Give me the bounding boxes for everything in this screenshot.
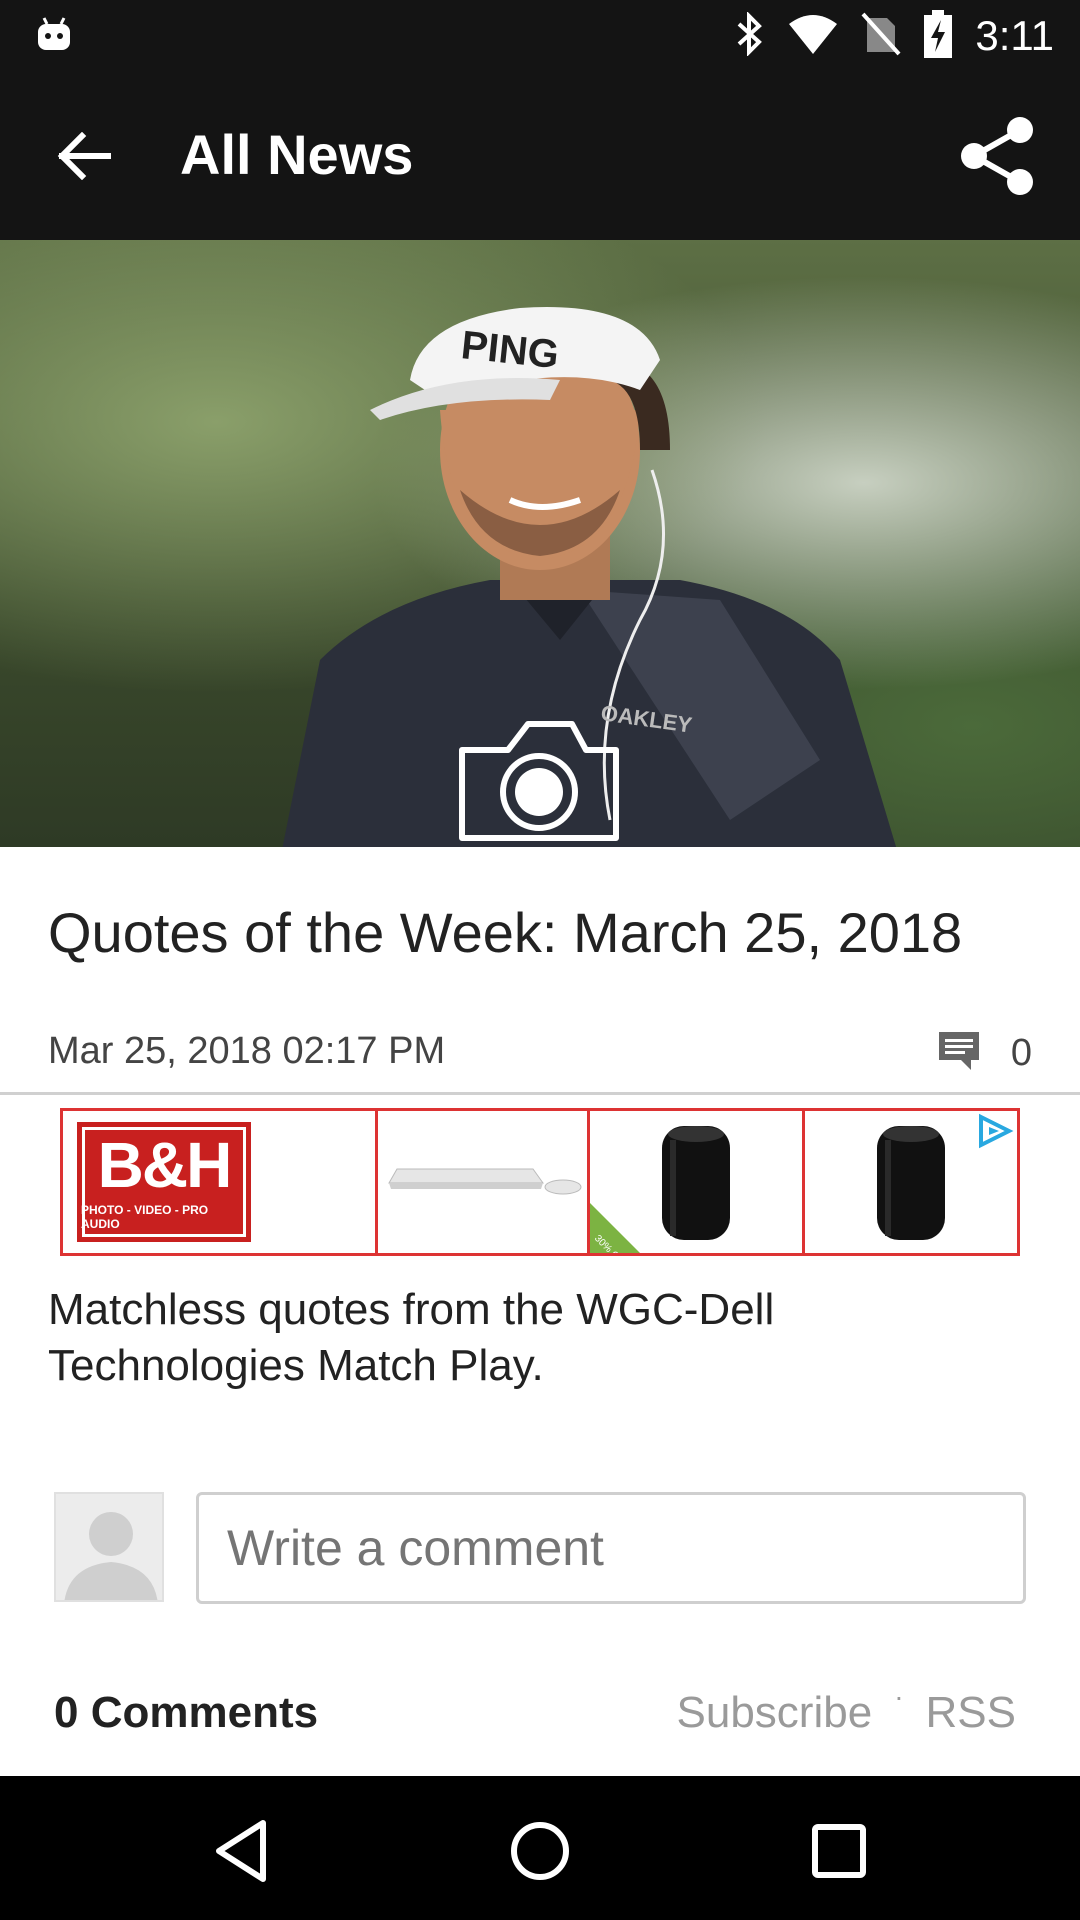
system-nav-bar — [0, 1776, 1080, 1920]
page-title: All News — [180, 123, 414, 186]
rss-link[interactable]: RSS — [926, 1688, 1016, 1738]
status-bar: 3:11 — [0, 0, 1080, 72]
nav-home-icon[interactable] — [495, 1806, 585, 1896]
app-toolbar: All News — [0, 72, 1080, 240]
ad-tagline: PHOTO - VIDEO - PRO AUDIO — [81, 1203, 209, 1231]
discount-badge: 30% Off — [590, 1203, 640, 1253]
nav-back-icon[interactable] — [196, 1806, 286, 1896]
subscribe-link[interactable]: Subscribe — [677, 1688, 873, 1738]
comments-count: 0 Comments — [54, 1688, 319, 1737]
ad-brand-cell[interactable]: B&H PHOTO - VIDEO - PRO AUDIO — [63, 1111, 378, 1253]
hero-image[interactable]: PING OAKLEY — [0, 240, 1080, 847]
comments-footer: 0 Comments Subscribe · RSS — [54, 1680, 1016, 1740]
user-placeholder-icon — [64, 1512, 158, 1600]
article-summary: Matchless quotes from the WGC-Dell Techn… — [48, 1285, 775, 1390]
ad-brand: B&H — [97, 1129, 233, 1201]
comment-icon — [937, 1030, 981, 1077]
avatar — [54, 1492, 164, 1602]
comment-count-link[interactable]: 0 — [937, 1030, 1032, 1077]
nav-recents-icon[interactable] — [794, 1806, 884, 1896]
bh-logo: B&H PHOTO - VIDEO - PRO AUDIO — [77, 1122, 251, 1242]
ad-product-keyboard[interactable] — [378, 1111, 590, 1253]
ad-banner[interactable]: B&H PHOTO - VIDEO - PRO AUDIO 30% Off — [60, 1108, 1020, 1256]
wifi-icon — [787, 14, 839, 59]
ad-product-mac-pro[interactable]: 30% Off — [590, 1111, 805, 1253]
article-meta: Mar 25, 2018 02:17 PM 0 — [48, 1030, 1032, 1076]
status-time: 3:11 — [975, 12, 1054, 59]
ad-product-mac-pro-2[interactable] — [805, 1111, 1017, 1253]
adchoices-icon[interactable] — [973, 1111, 1017, 1151]
share-icon[interactable] — [950, 108, 1046, 204]
no-sim-icon — [861, 12, 901, 61]
bluetooth-icon — [735, 10, 765, 61]
camera-icon[interactable] — [454, 710, 624, 845]
android-icon — [34, 14, 74, 54]
comment-input[interactable] — [196, 1492, 1026, 1604]
divider — [0, 1092, 1080, 1095]
mac-pro-image — [877, 1126, 945, 1240]
article-date: Mar 25, 2018 02:17 PM — [48, 1030, 446, 1072]
separator: · — [894, 1681, 904, 1712]
comment-count: 0 — [1010, 1032, 1032, 1074]
back-arrow-icon[interactable] — [40, 112, 128, 200]
battery-charging-icon — [923, 9, 953, 63]
keyboard-image — [387, 1168, 581, 1195]
article-title: Quotes of the Week: March 25, 2018 — [48, 901, 963, 964]
mac-pro-image — [662, 1126, 730, 1240]
